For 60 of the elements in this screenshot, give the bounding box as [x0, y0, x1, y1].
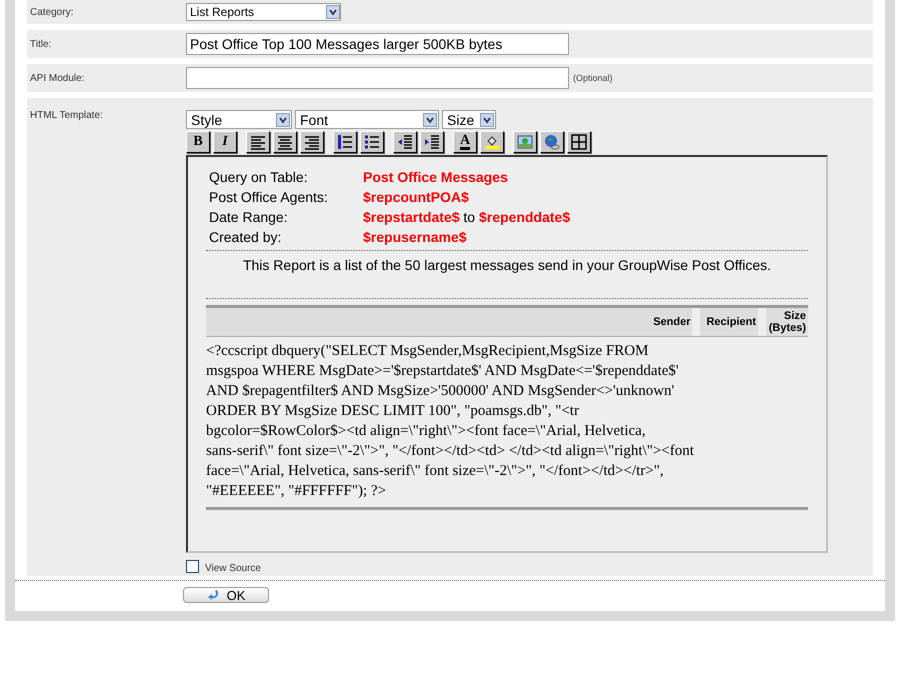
- info-value: $repcountPOA$: [363, 189, 470, 205]
- dropdown-caret-icon: [326, 5, 340, 19]
- align-center-icon: [277, 134, 293, 150]
- bold-button[interactable]: B: [186, 131, 210, 153]
- info-value: $repstartdate$ to $rependdate$: [363, 209, 572, 225]
- align-left-icon: [250, 134, 266, 150]
- outdent-icon: [397, 134, 413, 150]
- column-header: Size (Bytes): [766, 308, 808, 336]
- toolbar-dropdown[interactable]: Font: [295, 110, 439, 129]
- return-arrow-icon: [206, 589, 221, 601]
- field-label: Title:: [29, 38, 52, 50]
- report-description: This Report is a list of the 50 largest messages send in your GroupWise Post Offices.: [242, 256, 772, 275]
- code-block: <?ccscript dbquery("SELECT MsgSender,MsgRecipient,MsgSize FROM msgspoa WHERE MsgDate>='$repstartdate$' AND MsgDate<='$rependdate$' AND $repagentfilter$ AND MsgSize>'500000' AND MsgSender<>'unknown' ORDER BY MsgSize DESC LIMIT 100", "poamsgs.db", "<tr bgcolor=$RowColor$><td align=\"right\"><font face=\"Arial, Helvetica, sans-serif\" font size=\"-2\">", "</font></td><td> </td><td align=\"right\"><font face=\"Arial, Helvetica, sans-serif\" font size=\"-2\">", "</font></td></tr>", "#EEEEEE", "#FFFFFF"); ?>: [206, 336, 808, 510]
- bullet-list-button[interactable]: [360, 131, 384, 153]
- align-right-button[interactable]: [300, 131, 324, 153]
- toolbar-dropdown[interactable]: Style: [186, 110, 292, 129]
- numbered-list-icon: [337, 134, 353, 150]
- field-label: Category:: [29, 6, 74, 18]
- indent-icon: [424, 134, 440, 150]
- dropdown-caret-icon: [423, 112, 437, 126]
- editor-area[interactable]: [186, 155, 828, 553]
- italic-button[interactable]: I: [213, 131, 237, 153]
- info-value: $repusername$: [363, 229, 468, 245]
- toolbar-dropdown[interactable]: Size: [442, 110, 496, 129]
- outdent-button[interactable]: [393, 131, 417, 153]
- align-right-icon: [304, 134, 320, 150]
- bold-label: B: [193, 134, 203, 150]
- dropdown-caret-icon: [480, 112, 494, 126]
- ok-button[interactable]: OK: [183, 587, 269, 603]
- info-label: Created by:: [209, 229, 282, 245]
- field-label: API Module:: [29, 72, 86, 84]
- text-color-button[interactable]: A: [453, 131, 477, 153]
- image-button[interactable]: [513, 131, 537, 153]
- table-button[interactable]: [567, 131, 591, 153]
- category-select[interactable]: List Reports: [186, 3, 341, 21]
- field-label: HTML Template:: [29, 110, 104, 123]
- checkbox-label: View Source: [205, 563, 261, 574]
- bullet-list-icon: [364, 134, 380, 150]
- highlight-button[interactable]: [480, 131, 504, 153]
- info-label: Date Range:: [209, 209, 289, 225]
- table-icon: [571, 134, 587, 150]
- dropdown-caret-icon: [276, 112, 290, 126]
- view-source-checkbox[interactable]: [186, 560, 199, 573]
- align-left-button[interactable]: [246, 131, 270, 153]
- globe-link-icon: [544, 134, 560, 150]
- column-header: Sender: [206, 308, 692, 336]
- ordered-list-button[interactable]: [333, 131, 357, 153]
- indent-button[interactable]: [420, 131, 444, 153]
- info-value: Post Office Messages: [363, 169, 509, 185]
- info-label: Query on Table:: [209, 169, 309, 185]
- column-header: Recipient: [700, 308, 758, 336]
- link-button[interactable]: [540, 131, 564, 153]
- info-label: Post Office Agents:: [209, 189, 329, 205]
- optional-hint: (Optional): [573, 73, 613, 83]
- text-field[interactable]: [186, 67, 569, 89]
- align-center-button[interactable]: [273, 131, 297, 153]
- italic-label: I: [222, 134, 228, 150]
- picture-icon: [517, 134, 533, 150]
- paint-bucket-icon: [484, 134, 500, 150]
- text-field[interactable]: Post Office Top 100 Messages larger 500KB bytes: [186, 33, 569, 55]
